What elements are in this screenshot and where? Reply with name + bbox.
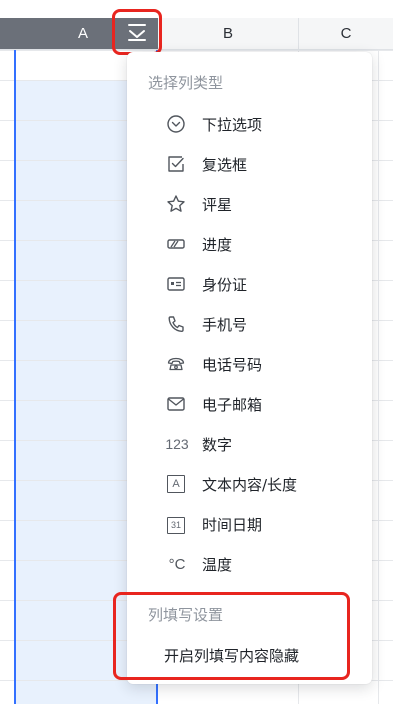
menu-item-label: 温度 [202, 555, 233, 574]
column-header-b[interactable]: B [158, 18, 299, 50]
text-icon: A [165, 473, 187, 495]
menu-item-label: 复选框 [202, 155, 248, 174]
menu-item-telephone[interactable]: 电话号码 [127, 344, 372, 384]
menu-item-dropdown[interactable]: 下拉选项 [127, 104, 372, 144]
column-menu-button[interactable] [112, 9, 162, 55]
calendar-icon-frame: 31 [167, 516, 185, 534]
top-strip [0, 0, 393, 18]
menu-item-label: 身份证 [202, 275, 248, 294]
spreadsheet-app: A B C 选择列类型 下拉选项 复选框 评星 进度 身份证 手机号 电话号码 … [0, 0, 393, 704]
text-icon-letter: A [172, 478, 180, 490]
column-header-c[interactable]: C [299, 18, 393, 50]
star-icon [165, 193, 187, 215]
menu-item-rating[interactable]: 评星 [127, 184, 372, 224]
menu-item-id-card[interactable]: 身份证 [127, 264, 372, 304]
dropdown-circle-icon [165, 113, 187, 135]
number-icon-text: 123 [165, 436, 189, 452]
column-a-label: A [78, 25, 89, 42]
mail-icon [165, 393, 187, 415]
temperature-icon: °C [164, 553, 190, 575]
menu-item-datetime[interactable]: 31 时间日期 [127, 504, 372, 544]
hide-column-content-option[interactable]: 开启列填写内容隐藏 [164, 645, 299, 666]
menu-item-temperature[interactable]: °C 温度 [127, 544, 372, 584]
menu-item-label: 进度 [202, 235, 233, 254]
temperature-icon-text: °C [168, 555, 186, 573]
number-icon: 123 [163, 433, 191, 455]
menu-item-label: 下拉选项 [202, 115, 263, 134]
column-b-label: B [222, 25, 233, 42]
checkbox-icon [165, 153, 187, 175]
menu-item-label: 电子邮箱 [202, 395, 263, 414]
column-settings-title: 列填写设置 [148, 606, 224, 624]
menu-item-label: 数字 [202, 435, 233, 454]
column-c-label: C [340, 25, 352, 42]
column-divider [378, 50, 379, 704]
menu-item-mobile[interactable]: 手机号 [127, 304, 372, 344]
menu-item-label: 时间日期 [202, 515, 263, 534]
menu-item-label: 评星 [202, 195, 233, 214]
id-card-icon [165, 273, 187, 295]
phone-icon [165, 313, 187, 335]
calendar-icon: 31 [165, 513, 187, 535]
menu-item-checkbox[interactable]: 复选框 [127, 144, 372, 184]
telephone-icon [165, 353, 187, 375]
menu-item-email[interactable]: 电子邮箱 [127, 384, 372, 424]
menu-item-label: 文本内容/长度 [202, 475, 298, 494]
menu-item-progress[interactable]: 进度 [127, 224, 372, 264]
menu-item-label: 电话号码 [202, 355, 263, 374]
text-icon-frame: A [167, 475, 185, 493]
progress-icon [165, 233, 187, 255]
menu-title: 选择列类型 [148, 74, 224, 92]
menu-item-number[interactable]: 123 数字 [127, 424, 372, 464]
menu-item-label: 手机号 [202, 315, 248, 334]
column-menu-icon [122, 18, 152, 46]
calendar-icon-day: 31 [170, 520, 181, 530]
menu-item-text[interactable]: A 文本内容/长度 [127, 464, 372, 504]
column-type-menu: 选择列类型 下拉选项 复选框 评星 进度 身份证 手机号 电话号码 电子邮箱 1… [127, 52, 372, 684]
